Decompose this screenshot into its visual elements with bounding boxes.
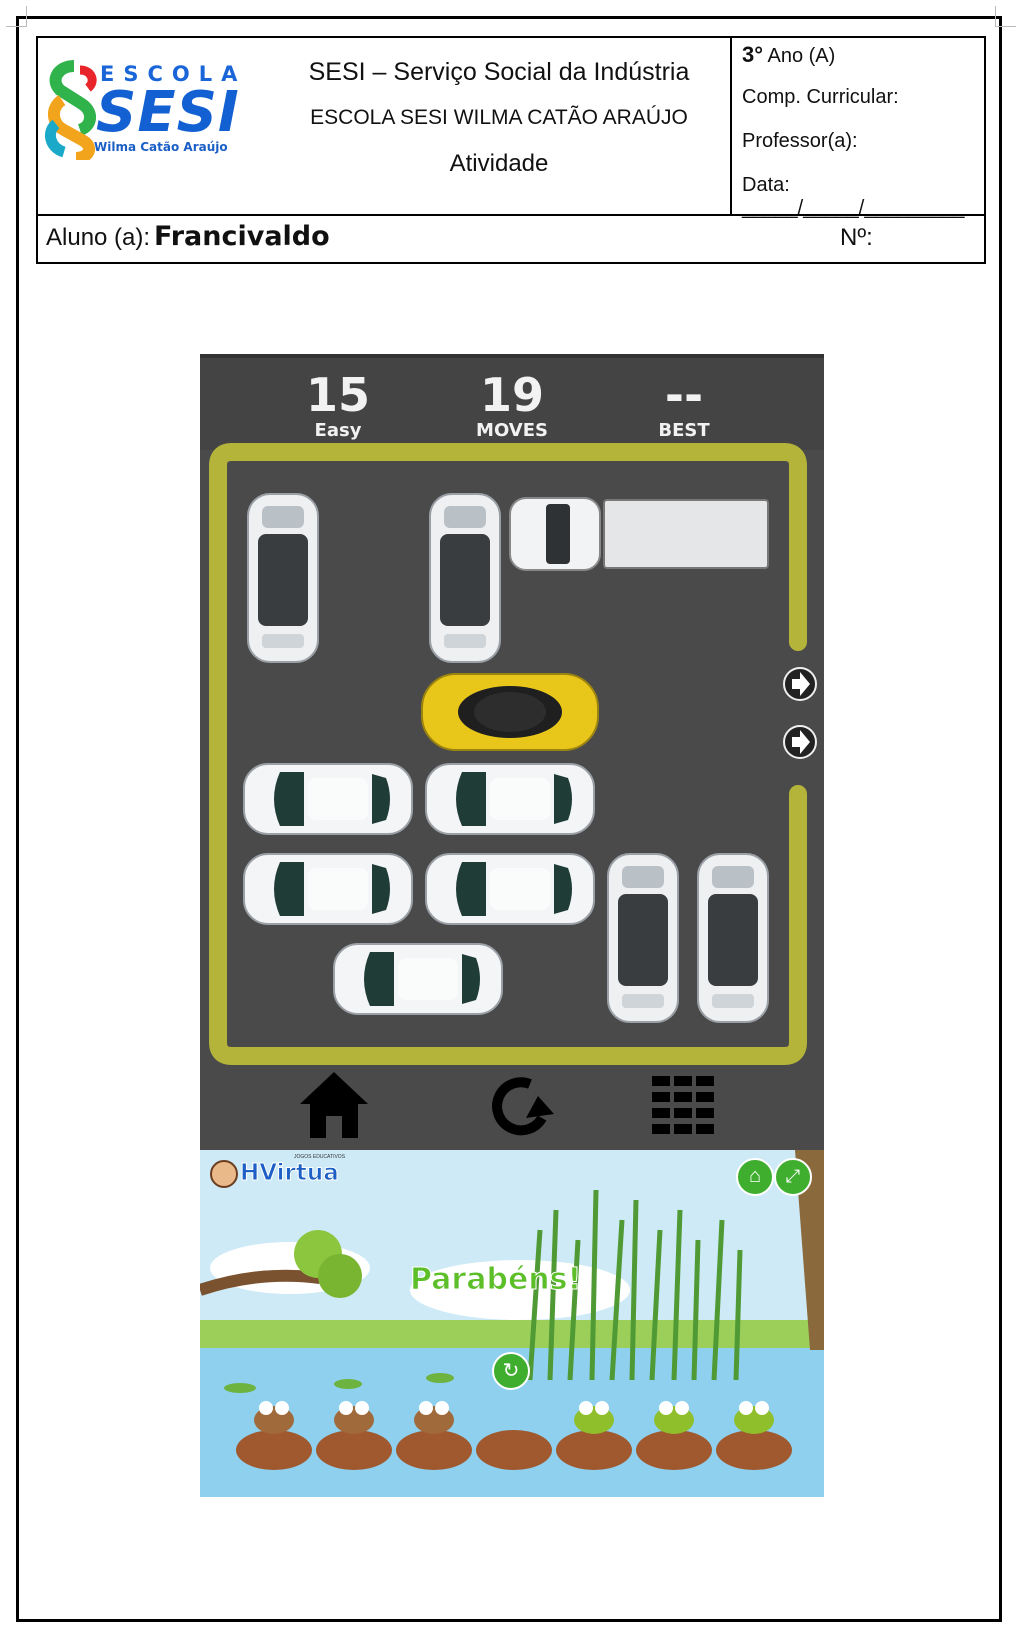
logo-subtitle: Wilma Catão Araújo bbox=[94, 140, 228, 154]
vertical-car[interactable] bbox=[247, 493, 319, 663]
horizontal-car[interactable] bbox=[425, 763, 595, 835]
number-label: Nº: bbox=[840, 224, 873, 251]
student-name: Francivaldo bbox=[154, 221, 330, 252]
congratulations-message: Parabéns! bbox=[409, 1262, 582, 1298]
vertical-car[interactable] bbox=[429, 493, 501, 663]
truck[interactable] bbox=[509, 497, 769, 571]
horizontal-car[interactable] bbox=[333, 943, 503, 1015]
exit-arrow-icon bbox=[783, 725, 817, 759]
school-logo: ESCOLA SESI Wilma Catão Araújo bbox=[38, 38, 268, 214]
parking-game-screenshot: 15 Easy 19 MOVES -- BEST bbox=[200, 354, 824, 1150]
fullscreen-icon[interactable]: ⤢ bbox=[774, 1158, 812, 1196]
crop-mark bbox=[995, 6, 1016, 27]
grade-rest: Ano (A) bbox=[767, 45, 836, 67]
level-grid-icon[interactable] bbox=[652, 1076, 714, 1134]
replay-icon[interactable]: ↻ bbox=[492, 1352, 530, 1390]
logo-word-sesi: SESI bbox=[96, 80, 240, 145]
restart-icon[interactable] bbox=[492, 1077, 554, 1136]
exit-arrow-icon bbox=[783, 667, 817, 701]
student-row: Aluno (a): Francivaldo Nº: bbox=[38, 214, 984, 264]
mascot-avatar bbox=[210, 1160, 238, 1188]
curricular-label: Comp. Curricular: bbox=[742, 86, 899, 108]
school-info: SESI – Serviço Social da Indústria ESCOL… bbox=[268, 38, 730, 214]
vertical-car[interactable] bbox=[697, 853, 769, 1023]
vertical-car[interactable] bbox=[607, 853, 679, 1023]
horizontal-car[interactable] bbox=[243, 763, 413, 835]
crop-mark bbox=[6, 6, 27, 27]
grade-line: 3° Ano (A) bbox=[742, 42, 835, 68]
brand-tagline: JOGOS EDUCATIVOS bbox=[294, 1154, 346, 1160]
document-header: ESCOLA SESI Wilma Catão Araújo SESI – Se… bbox=[36, 36, 986, 264]
activity-title: Atividade bbox=[449, 150, 549, 177]
home-icon[interactable] bbox=[300, 1072, 368, 1138]
org-line: SESI – Serviço Social da Indústria bbox=[308, 58, 690, 86]
teacher-label: Professor(a): bbox=[742, 130, 858, 152]
brand-logo: HVirtua bbox=[240, 1160, 340, 1187]
home-icon[interactable]: ⌂ bbox=[736, 1158, 774, 1196]
target-car[interactable] bbox=[421, 673, 599, 751]
frog-scene bbox=[200, 1150, 824, 1497]
horizontal-car[interactable] bbox=[243, 853, 413, 925]
frog-game-screenshot: HVirtua JOGOS EDUCATIVOS ⌂ ⤢ Parabéns! ↻ bbox=[200, 1150, 824, 1497]
student-label: Aluno (a): bbox=[46, 224, 151, 251]
class-info: 3° Ano (A) Comp. Curricular: Professor(a… bbox=[730, 38, 986, 219]
school-line: ESCOLA SESI WILMA CATÃO ARAÚJO bbox=[310, 106, 688, 129]
horizontal-car[interactable] bbox=[425, 853, 595, 925]
grade-number: 3° bbox=[742, 42, 764, 67]
parking-board bbox=[209, 443, 817, 1138]
